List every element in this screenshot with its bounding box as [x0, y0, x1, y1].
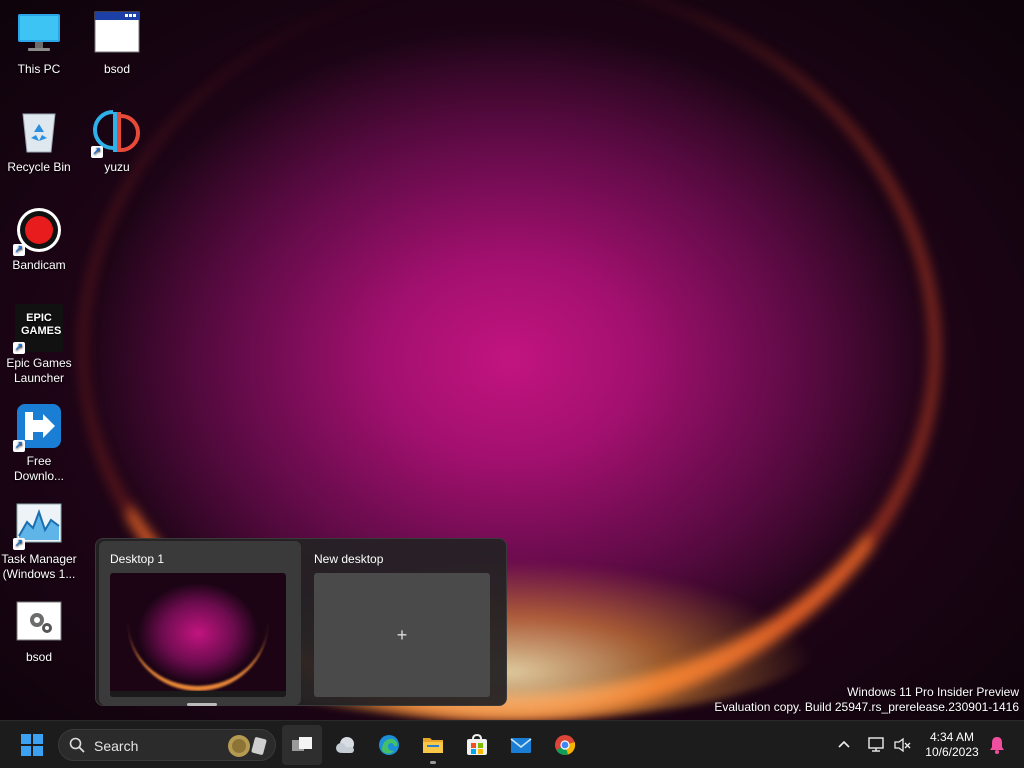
- desktop-icon-label: bsod: [25, 650, 53, 664]
- taskbar-mail-button[interactable]: [501, 725, 541, 765]
- desktop-icon-label: Epic Games Launcher: [6, 356, 72, 385]
- volume-muted-icon: [894, 737, 911, 753]
- yuzu-icon: ↗: [91, 108, 141, 158]
- shortcut-arrow-icon: ↗: [13, 440, 25, 452]
- taskbar: Search 4:34 AM 10/6/2023: [0, 720, 1024, 768]
- taskbar-edge-button[interactable]: [369, 725, 409, 765]
- desktop-icon-label: Bandicam: [12, 258, 66, 272]
- network-button[interactable]: [864, 725, 890, 765]
- watermark-line-2: Evaluation copy. Build 25947.rs_prerelea…: [714, 700, 1019, 714]
- shortcut-arrow-icon: ↗: [13, 342, 25, 354]
- folder-icon: [423, 738, 443, 753]
- download-manager-icon: ↗: [13, 402, 63, 452]
- volume-button[interactable]: [890, 725, 916, 765]
- epic-games-icon: EPIC GAMES ↗: [13, 304, 63, 354]
- desktop-icon-label: Free Downlo...: [13, 454, 65, 483]
- clock-date: 10/6/2023: [925, 745, 979, 759]
- desktop-icon-bsod[interactable]: bsod: [78, 10, 156, 77]
- desktop-icon-label: yuzu: [104, 160, 130, 174]
- new-desktop-card[interactable]: New desktop +: [303, 541, 505, 705]
- chevron-up-icon: [838, 740, 850, 748]
- desktop-icon-epic-games[interactable]: EPIC GAMES ↗ Epic Games Launcher: [0, 304, 78, 386]
- notifications-button[interactable]: [984, 725, 1010, 765]
- new-desktop-label: New desktop: [314, 552, 384, 566]
- taskbar-search-box[interactable]: Search: [58, 729, 276, 761]
- desktop-icon-bsod-2[interactable]: bsod: [0, 598, 78, 665]
- record-icon: ↗: [13, 206, 63, 256]
- running-indicator: [430, 761, 436, 764]
- network-icon: [868, 737, 884, 752]
- taskbar-weather-button[interactable]: [326, 725, 366, 765]
- desktop-icon-yuzu[interactable]: ↗ yuzu: [78, 108, 156, 175]
- shortcut-arrow-icon: ↗: [13, 244, 25, 256]
- plus-icon: +: [396, 625, 408, 645]
- desktop-1-label: Desktop 1: [110, 552, 165, 566]
- taskbar-task-view-button[interactable]: [282, 725, 322, 765]
- monitor-icon: [15, 10, 63, 58]
- clock-time: 4:34 AM: [929, 730, 975, 744]
- show-hidden-icons-button[interactable]: [830, 725, 858, 765]
- shortcut-arrow-icon: ↗: [91, 146, 103, 158]
- shortcut-arrow-icon: ↗: [13, 538, 25, 550]
- desktop-icon-this-pc[interactable]: This PC: [0, 10, 78, 77]
- recycle-bin-icon: [15, 108, 63, 156]
- epic-games-logo: EPIC GAMES: [21, 312, 62, 337]
- desktop-icon-bandicam[interactable]: ↗ Bandicam: [0, 206, 78, 273]
- desktop-icon-free-download-manager[interactable]: ↗ Free Downlo...: [0, 402, 78, 484]
- desktop-icon-label: This PC: [17, 62, 61, 76]
- search-placeholder: Search: [94, 738, 139, 754]
- active-desktop-indicator: [187, 703, 217, 706]
- microsoft-store-icon: [467, 734, 487, 755]
- search-highlight-icon: [228, 735, 267, 757]
- desktop-icon-label: Recycle Bin: [7, 160, 71, 174]
- desktop-icon-label: bsod: [103, 62, 131, 76]
- search-icon: [69, 737, 85, 753]
- mail-icon: [510, 738, 532, 753]
- evaluation-watermark: Windows 11 Pro Insider Preview Evaluatio…: [714, 685, 1019, 715]
- desktop-1-thumbnail[interactable]: [110, 573, 286, 697]
- watermark-line-1: Windows 11 Pro Insider Preview: [847, 685, 1019, 699]
- task-view-icon: [292, 737, 312, 751]
- desktop-icon-task-manager[interactable]: ↗ Task Manager (Windows 1...: [0, 500, 78, 582]
- taskbar-file-explorer-button[interactable]: [413, 725, 453, 765]
- windows-logo-icon: [21, 734, 43, 756]
- edge-icon: [379, 735, 399, 755]
- weather-cloud-icon: [336, 737, 354, 753]
- new-desktop-button[interactable]: +: [314, 573, 490, 697]
- task-view-desktops-flyout: Desktop 1 New desktop +: [95, 538, 507, 706]
- start-button[interactable]: [12, 725, 52, 765]
- taskbar-store-button[interactable]: [457, 725, 497, 765]
- bell-icon: [990, 737, 1004, 754]
- window-icon: [93, 10, 141, 58]
- desktop-icon-label: Task Manager (Windows 1...: [1, 552, 77, 581]
- desktop-1-card[interactable]: Desktop 1: [99, 541, 301, 706]
- chrome-icon: [555, 735, 576, 755]
- desktop-icon-recycle-bin[interactable]: Recycle Bin: [0, 108, 78, 175]
- settings-window-icon: [15, 598, 63, 646]
- task-manager-icon: ↗: [13, 500, 63, 550]
- clock-button[interactable]: 4:34 AM 10/6/2023: [920, 725, 984, 765]
- taskbar-chrome-button[interactable]: [545, 725, 585, 765]
